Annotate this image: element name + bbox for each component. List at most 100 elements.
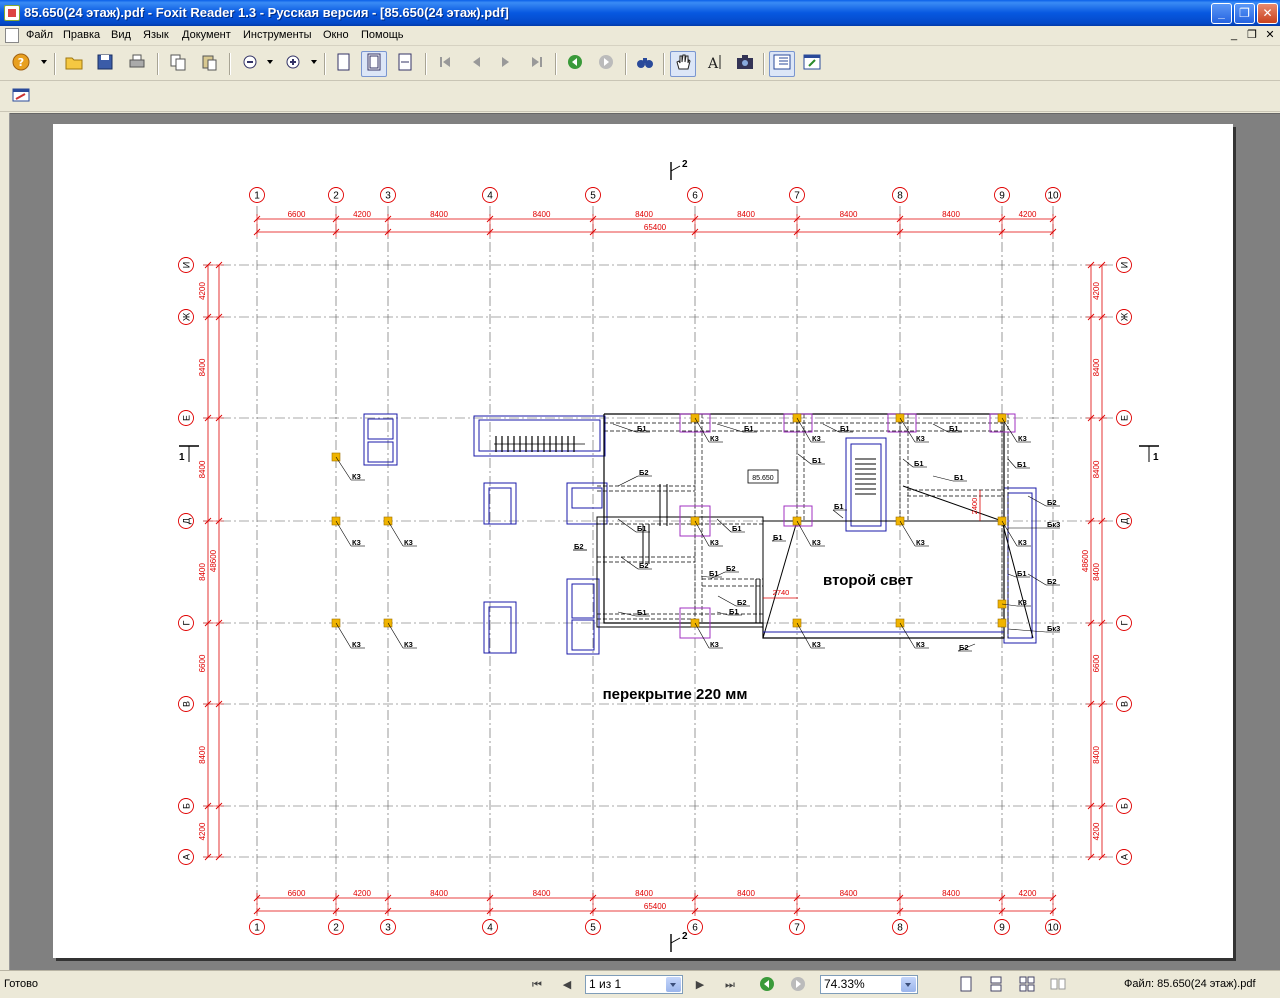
grid-col-label: 3 — [385, 191, 391, 202]
print-icon[interactable] — [124, 51, 150, 77]
menu-file[interactable]: Файл — [26, 29, 53, 41]
section-mark-label: 2 — [682, 931, 688, 942]
beam-b1-label: Б1 — [773, 533, 783, 542]
beam-b1-label: Б1 — [709, 569, 719, 578]
open-folder-icon[interactable] — [61, 51, 87, 77]
status-forward-icon[interactable] — [788, 976, 808, 994]
grid-row-label: Д — [1120, 518, 1130, 524]
select-text-icon[interactable]: A — [701, 51, 727, 77]
dim-value: 8400 — [1092, 460, 1101, 478]
hand-tool-icon[interactable] — [670, 51, 696, 77]
menu-window[interactable]: Окно — [323, 29, 349, 41]
full-screen-icon[interactable] — [799, 51, 825, 77]
leader-line — [822, 423, 840, 433]
previous-page-icon[interactable] — [463, 51, 489, 77]
leader-line — [932, 475, 954, 482]
column-label: К3 — [352, 472, 361, 481]
zoom-out-dropdown-icon[interactable] — [267, 60, 273, 64]
page-number-field[interactable]: 1 из 1 — [585, 975, 683, 994]
paste-icon[interactable] — [196, 51, 222, 77]
doc-close-button[interactable]: ✕ — [1262, 28, 1278, 42]
dim-total-width: 65400 — [644, 223, 667, 232]
beam-bk3-label: Бк3 — [1047, 624, 1060, 633]
minimize-button[interactable]: _ — [1211, 3, 1232, 24]
leader-line — [335, 520, 352, 547]
grid-row-label: В — [182, 701, 192, 707]
zoom-level-field[interactable]: 74.33% — [820, 975, 918, 994]
zoom-level-value: 74.33% — [824, 977, 865, 991]
fit-page-icon[interactable] — [361, 51, 387, 77]
close-button[interactable]: ✕ — [1257, 3, 1278, 24]
first-page-icon[interactable] — [432, 51, 458, 77]
navigation-pane-collapsed[interactable] — [0, 113, 10, 970]
status-first-page-icon[interactable]: ⏮ — [527, 976, 547, 994]
svg-text:?: ? — [18, 56, 24, 69]
snapshot-icon[interactable] — [732, 51, 758, 77]
leader-line — [387, 520, 404, 547]
facing-layout-icon[interactable] — [1017, 976, 1037, 994]
beam-b2-label: Б2 — [574, 542, 584, 551]
continuous-layout-icon[interactable] — [986, 976, 1006, 994]
zoom-dropdown-icon[interactable] — [901, 977, 916, 992]
actual-size-icon[interactable] — [330, 51, 356, 77]
page-dropdown-icon[interactable] — [666, 977, 681, 992]
beam-bk3-label: Бк3 — [1047, 520, 1060, 529]
status-back-icon[interactable] — [757, 976, 777, 994]
find-binoculars-icon[interactable] — [632, 51, 658, 77]
main-toolbar: ? A — [0, 47, 1280, 81]
leader-line — [796, 520, 812, 547]
next-page-icon[interactable] — [493, 51, 519, 77]
beam-b1-label: Б1 — [729, 607, 739, 616]
pdf-page[interactable]: 1 1 2 2 3 3 4 4 5 5 6 6 7 7 8 8 9 9 10 10 И И Ж Ж Е Е Д Д Г Г В В Б Б А А 66… — [53, 124, 1233, 958]
leader-line — [1027, 573, 1047, 586]
dim-value: 8400 — [635, 210, 653, 219]
maximize-button[interactable]: ❐ — [1234, 3, 1255, 24]
zoom-in-dropdown-icon[interactable] — [311, 60, 317, 64]
fit-width-icon[interactable] — [392, 51, 418, 77]
dim-value: 8400 — [1092, 563, 1101, 581]
grid-row-label: Б — [182, 803, 192, 809]
menu-tools[interactable]: Инструменты — [243, 29, 312, 41]
toolbar-separator — [157, 53, 159, 75]
column-label: К3 — [812, 640, 821, 649]
column-label: К3 — [916, 538, 925, 547]
zoom-out-icon[interactable] — [237, 51, 263, 77]
help-icon[interactable]: ? — [8, 51, 34, 77]
level-tag-text: 85.650 — [752, 475, 774, 482]
dim-value: 4200 — [353, 210, 371, 219]
menu-language[interactable]: Язык — [143, 29, 169, 41]
bookmarks-pane-icon[interactable] — [769, 51, 795, 77]
typewriter-icon[interactable] — [8, 84, 34, 110]
forward-icon[interactable] — [593, 51, 619, 77]
menu-view[interactable]: Вид — [111, 29, 131, 41]
grid-col-label: 7 — [794, 191, 800, 202]
doc-restore-button[interactable]: ❐ — [1244, 28, 1260, 42]
toolbar-separator — [324, 53, 326, 75]
doc-minimize-button[interactable]: _ — [1226, 28, 1242, 42]
beam-b1-label: Б1 — [732, 524, 742, 533]
continuous-facing-layout-icon[interactable] — [1048, 976, 1068, 994]
zoom-in-icon[interactable] — [280, 51, 306, 77]
dim-value: 8400 — [942, 210, 960, 219]
status-next-page-icon[interactable]: ▶ — [690, 976, 710, 994]
status-prev-page-icon[interactable]: ◀ — [557, 976, 577, 994]
help-dropdown-icon[interactable] — [41, 60, 47, 64]
menu-document[interactable]: Документ — [182, 29, 231, 41]
column — [997, 618, 1007, 628]
back-icon[interactable] — [562, 51, 588, 77]
menu-edit[interactable]: Правка — [63, 29, 100, 41]
dim-value: 8400 — [198, 563, 207, 581]
column-label: К3 — [916, 434, 925, 443]
leader-line — [796, 622, 812, 649]
column-label: К3 — [352, 538, 361, 547]
status-last-page-icon[interactable]: ⏭ — [720, 976, 740, 994]
grid-col-label: 5 — [590, 923, 596, 934]
dim-value: 2740 — [773, 588, 790, 597]
copy-icon[interactable] — [165, 51, 191, 77]
single-page-layout-icon[interactable] — [956, 976, 976, 994]
menu-help[interactable]: Помощь — [361, 29, 404, 41]
leader-line — [899, 417, 916, 443]
last-page-icon[interactable] — [524, 51, 550, 77]
column-label: К3 — [812, 434, 821, 443]
save-icon[interactable] — [92, 51, 118, 77]
